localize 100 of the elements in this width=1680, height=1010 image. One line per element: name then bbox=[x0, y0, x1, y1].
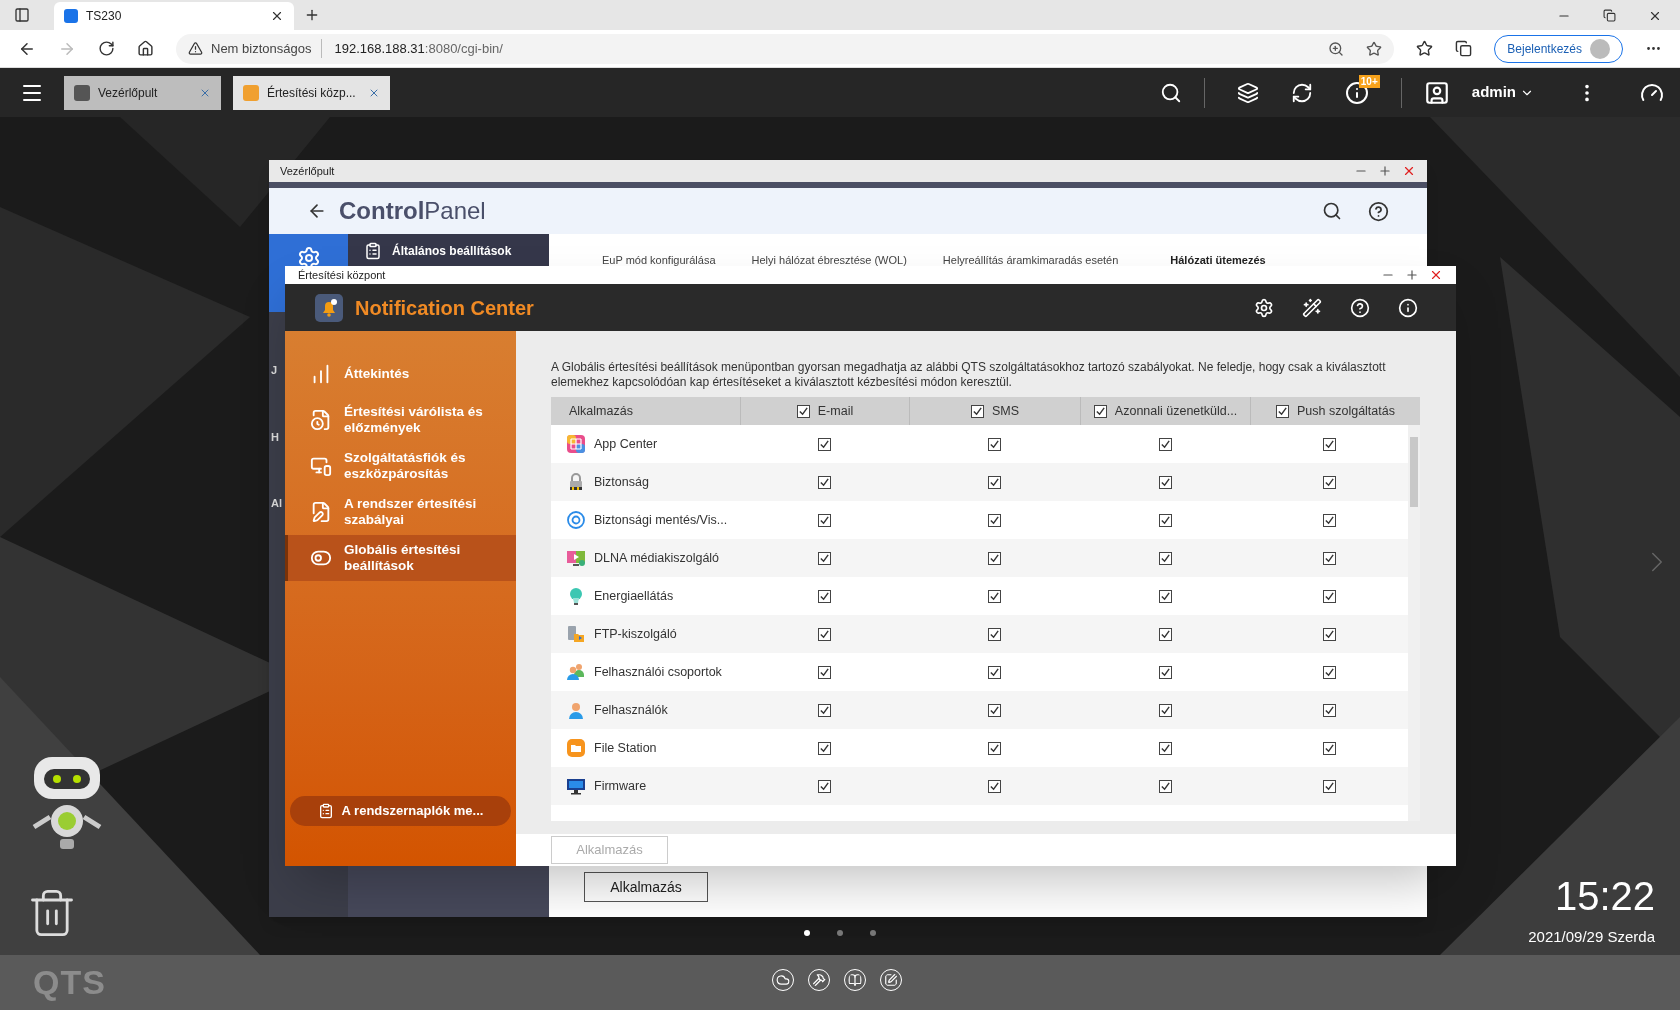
description-text: A Globális értesítési beállítások menüpontban gyorsan megadhatja az alábbi QTS szolgáltatásokhoz tartozó szabályokat. Ne feledje, hogy csak a kiválasztott elemekhez kapcsolódóan kap értesítéseket a kiválasztott kézbesítési módon keresztül. bbox=[551, 360, 1387, 390]
reload-icon[interactable] bbox=[98, 40, 115, 57]
grid-app-icon bbox=[566, 434, 586, 454]
app-name: Felhasználók bbox=[594, 701, 668, 719]
checkbox[interactable] bbox=[1322, 551, 1336, 565]
app-tab[interactable]: Értesítési közp... bbox=[233, 75, 390, 110]
checkbox[interactable] bbox=[818, 703, 831, 717]
collections-icon[interactable] bbox=[1455, 40, 1473, 57]
checkbox[interactable] bbox=[988, 475, 1001, 489]
apply-button[interactable]: Alkalmazás bbox=[584, 872, 708, 902]
app-heading: ControlPanel bbox=[339, 196, 487, 226]
server-folder-icon bbox=[566, 624, 586, 644]
checkbox[interactable] bbox=[818, 475, 831, 489]
sync-gear-icon bbox=[566, 510, 586, 530]
close-icon[interactable] bbox=[1648, 9, 1662, 23]
checkbox[interactable] bbox=[1322, 475, 1336, 489]
clock-date: 2021/09/29 Szerda bbox=[1528, 927, 1655, 947]
maximize-icon[interactable] bbox=[1378, 164, 1392, 178]
address-field[interactable]: Nem biztonságos 192.168.188.31:8080/cgi-bin/ bbox=[176, 33, 1395, 64]
checkbox[interactable] bbox=[988, 513, 1001, 527]
warning-icon bbox=[188, 41, 203, 56]
sync-icon[interactable] bbox=[1290, 81, 1313, 104]
system-log-button[interactable]: A rendszernaplók me... bbox=[290, 796, 511, 826]
checkbox[interactable] bbox=[988, 741, 1001, 755]
checkbox[interactable] bbox=[988, 779, 1001, 793]
checkbox[interactable] bbox=[988, 589, 1001, 603]
devices-icon bbox=[310, 455, 332, 477]
checkbox[interactable] bbox=[988, 437, 1001, 451]
checkbox[interactable] bbox=[1158, 513, 1172, 527]
search-icon[interactable] bbox=[1322, 201, 1342, 221]
user-group-icon bbox=[566, 662, 586, 682]
stack-icon[interactable] bbox=[1236, 81, 1259, 104]
sidebar-item[interactable]: Általános beállítások bbox=[348, 234, 549, 268]
checkbox[interactable] bbox=[818, 741, 831, 755]
checkbox[interactable] bbox=[1158, 589, 1172, 603]
checkbox[interactable] bbox=[1158, 551, 1172, 565]
app-tab[interactable]: Vezérlőpult bbox=[64, 75, 221, 110]
folder-icon bbox=[566, 738, 586, 758]
checkbox[interactable] bbox=[818, 437, 831, 451]
nav-item[interactable]: Globális értesítési beállítások bbox=[285, 535, 516, 581]
app-name: File Station bbox=[594, 739, 657, 757]
settings-icon[interactable] bbox=[1254, 297, 1274, 318]
wand-icon[interactable] bbox=[1302, 297, 1322, 318]
window-title: Vezérlőpult bbox=[280, 163, 336, 179]
app-name: Biztonsági mentés/Vis... bbox=[594, 511, 728, 529]
home-icon[interactable] bbox=[137, 40, 154, 57]
header-checkbox[interactable] bbox=[1093, 404, 1107, 418]
checkbox[interactable] bbox=[818, 513, 831, 527]
sidebar-icon[interactable] bbox=[14, 7, 30, 23]
checkbox[interactable] bbox=[988, 551, 1001, 565]
checkbox[interactable] bbox=[818, 589, 831, 603]
checkbox[interactable] bbox=[1158, 779, 1172, 793]
app-name: Firmware bbox=[594, 777, 647, 795]
restore-icon[interactable] bbox=[1603, 9, 1616, 22]
column-header[interactable]: Alkalmazás bbox=[551, 397, 740, 425]
help-icon[interactable] bbox=[1368, 200, 1389, 222]
sidebar-label: H bbox=[271, 429, 279, 445]
checkbox[interactable] bbox=[818, 665, 831, 679]
checkbox[interactable] bbox=[1322, 703, 1336, 717]
user-icon[interactable] bbox=[1423, 79, 1450, 106]
checkbox[interactable] bbox=[1158, 475, 1172, 489]
media-screen-icon bbox=[566, 548, 586, 568]
zoom-icon[interactable] bbox=[1328, 40, 1345, 57]
checkbox[interactable] bbox=[818, 551, 831, 565]
checkbox[interactable] bbox=[1158, 437, 1172, 451]
checkbox[interactable] bbox=[1322, 741, 1336, 755]
checkbox[interactable] bbox=[1322, 779, 1336, 793]
user-menu[interactable]: admin bbox=[1471, 81, 1534, 104]
search-icon[interactable] bbox=[1159, 81, 1182, 104]
info-icon[interactable] bbox=[1398, 297, 1418, 318]
header-checkbox[interactable] bbox=[1276, 404, 1289, 418]
column-label: SMS bbox=[991, 402, 1020, 420]
header-checkbox[interactable] bbox=[796, 404, 810, 418]
bell-gear-icon bbox=[315, 293, 343, 322]
checkbox[interactable] bbox=[1322, 437, 1336, 451]
checkbox[interactable] bbox=[988, 665, 1001, 679]
checkbox[interactable] bbox=[1322, 513, 1336, 527]
checkbox[interactable] bbox=[1158, 741, 1172, 755]
checkbox[interactable] bbox=[818, 779, 831, 793]
favorites-icon[interactable] bbox=[1416, 40, 1434, 57]
scrollbar[interactable] bbox=[1408, 425, 1420, 821]
checkbox[interactable] bbox=[988, 627, 1001, 641]
sidebar-label: Al bbox=[271, 496, 282, 511]
sidebar-label: J bbox=[271, 363, 278, 378]
checkbox[interactable] bbox=[818, 627, 831, 641]
checkbox[interactable] bbox=[1158, 627, 1172, 641]
browser-tab[interactable]: TS230 bbox=[54, 2, 294, 30]
checkbox[interactable] bbox=[1158, 665, 1172, 679]
new-tab-icon[interactable] bbox=[304, 7, 320, 23]
checkbox[interactable] bbox=[1322, 627, 1336, 641]
checkbox[interactable] bbox=[1322, 665, 1336, 679]
maximize-icon[interactable] bbox=[1405, 268, 1419, 282]
favorite-icon[interactable] bbox=[1366, 40, 1383, 57]
checkbox[interactable] bbox=[1322, 589, 1336, 603]
header-checkbox[interactable] bbox=[970, 404, 984, 418]
close-icon[interactable] bbox=[270, 9, 284, 23]
column-label: Alkalmazás bbox=[569, 402, 633, 420]
avatar-icon bbox=[1590, 38, 1610, 59]
checkbox[interactable] bbox=[1158, 703, 1172, 717]
checkbox[interactable] bbox=[988, 703, 1001, 717]
